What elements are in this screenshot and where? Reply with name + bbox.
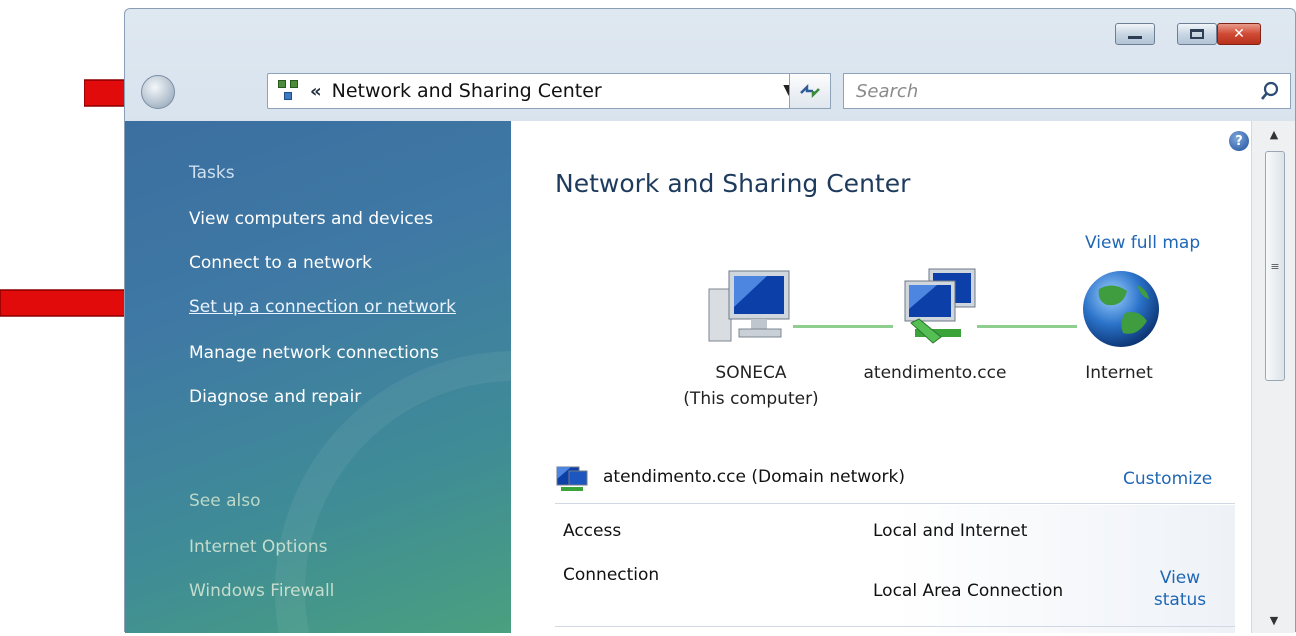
title-bar: ✕	[125, 9, 1295, 67]
see-also-internet-options[interactable]: Internet Options	[189, 537, 328, 557]
view-full-map-link[interactable]: View full map	[1085, 233, 1200, 253]
view-status-line2: status	[1153, 590, 1207, 610]
tasks-heading: Tasks	[189, 163, 235, 183]
search-input[interactable]: Search	[843, 73, 1291, 109]
node-name-internet: Internet	[1085, 363, 1153, 383]
task-manage-connections[interactable]: Manage network connections	[189, 343, 439, 363]
see-also-heading: See also	[189, 491, 261, 511]
task-diagnose-repair[interactable]: Diagnose and repair	[189, 387, 361, 407]
connection-label: Connection	[563, 565, 660, 585]
computer-icon[interactable]	[707, 267, 795, 351]
node-name-network: atendimento.cce	[863, 363, 1007, 383]
customize-link[interactable]: Customize	[1123, 469, 1212, 489]
domain-network-icon	[556, 466, 588, 491]
scroll-thumb[interactable]: ≡	[1265, 151, 1285, 381]
node-sub-computer: (This computer)	[683, 389, 819, 409]
address-path[interactable]: Network and Sharing Center	[332, 80, 602, 102]
refresh-button[interactable]	[789, 73, 831, 109]
close-icon: ✕	[1233, 26, 1245, 42]
node-name-computer: SONECA	[715, 363, 787, 383]
page-title: Network and Sharing Center	[555, 169, 911, 198]
scroll-down-icon[interactable]: ▼	[1252, 607, 1296, 633]
close-button[interactable]: ✕	[1217, 23, 1261, 45]
minimize-icon	[1128, 35, 1142, 39]
connection-line	[977, 325, 1077, 328]
access-label: Access	[563, 521, 622, 541]
connection-line	[793, 325, 893, 328]
explorer-window: ✕ « Network and Sharing Center ▼ Search …	[124, 8, 1296, 633]
maximize-icon	[1190, 29, 1204, 39]
access-value: Local and Internet	[873, 521, 1028, 541]
section-divider	[555, 503, 1235, 504]
search-placeholder: Search	[856, 80, 919, 102]
vertical-scrollbar[interactable]: ▲ ≡ ▼	[1251, 121, 1295, 633]
task-setup-connection[interactable]: Set up a connection or network	[189, 297, 456, 317]
section-divider	[555, 626, 1235, 627]
breadcrumb-chevron-icon[interactable]: «	[310, 81, 322, 102]
scroll-up-icon[interactable]: ▲	[1252, 121, 1296, 147]
see-also-windows-firewall[interactable]: Windows Firewall	[189, 581, 334, 601]
network-name: atendimento.cce (Domain network)	[603, 467, 906, 487]
minimize-button[interactable]	[1115, 23, 1155, 45]
maximize-button[interactable]	[1177, 23, 1217, 45]
task-connect-network[interactable]: Connect to a network	[189, 253, 372, 273]
address-bar[interactable]: « Network and Sharing Center ▼	[267, 73, 807, 109]
help-icon[interactable]: ?	[1229, 131, 1249, 151]
search-icon[interactable]	[1260, 81, 1280, 101]
task-pane: Tasks View computers and devices Connect…	[125, 121, 511, 633]
globe-icon[interactable]	[1077, 267, 1165, 351]
content-pane: ? Network and Sharing Center View full m…	[511, 121, 1251, 633]
network-details: Access Local and Internet Connection Loc…	[555, 505, 1235, 633]
task-view-computers[interactable]: View computers and devices	[189, 209, 433, 229]
view-status-link[interactable]: View status	[1135, 567, 1225, 611]
network-center-icon	[276, 78, 302, 104]
back-button[interactable]	[141, 75, 175, 109]
network-icon[interactable]	[893, 263, 979, 349]
connection-value: Local Area Connection	[873, 581, 1064, 601]
view-status-line1: View	[1159, 568, 1201, 588]
refresh-icon	[800, 83, 820, 99]
